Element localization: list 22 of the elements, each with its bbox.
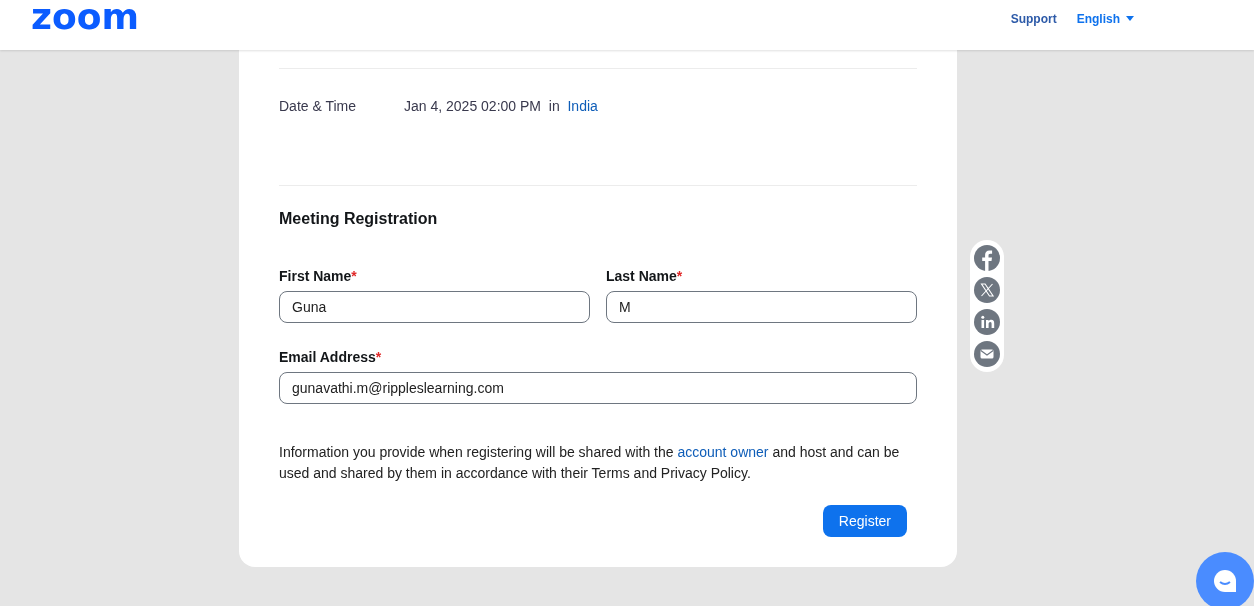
date-time-value: Jan 4, 2025 02:00 PM in India <box>404 98 598 114</box>
x-icon[interactable] <box>974 277 1000 303</box>
disclaimer-text: Information you provide when registering will be shared with the account owner and host and can be used and shared by them in accordance with their Terms and Privacy Policy. <box>279 443 901 483</box>
support-link[interactable]: Support <box>1010 11 1057 26</box>
field-label: First Name* <box>279 268 358 284</box>
field-label: Last Name* <box>606 268 684 284</box>
field-label: Email Address* <box>279 349 383 365</box>
email-icon[interactable] <box>974 341 1000 367</box>
linkedin-icon[interactable] <box>974 309 1000 335</box>
text-field[interactable]: M <box>606 291 917 323</box>
zoom-logo: zoom <box>31 0 139 35</box>
facebook-icon[interactable] <box>974 245 1000 271</box>
language-dropdown[interactable]: English <box>1076 11 1134 26</box>
text-field[interactable]: Guna <box>279 291 590 323</box>
chat-button[interactable] <box>1196 552 1254 606</box>
account-owner-link[interactable]: account owner <box>677 444 769 460</box>
chat-bubble-icon <box>1212 568 1238 594</box>
date-time-label: Date & Time <box>279 98 358 114</box>
register-button[interactable]: Register <box>822 505 907 537</box>
caret-icon <box>1126 16 1134 21</box>
section-heading: Meeting Registration <box>279 210 439 228</box>
text-field[interactable]: gunavathi.m@rippleslearning.com <box>279 372 917 404</box>
